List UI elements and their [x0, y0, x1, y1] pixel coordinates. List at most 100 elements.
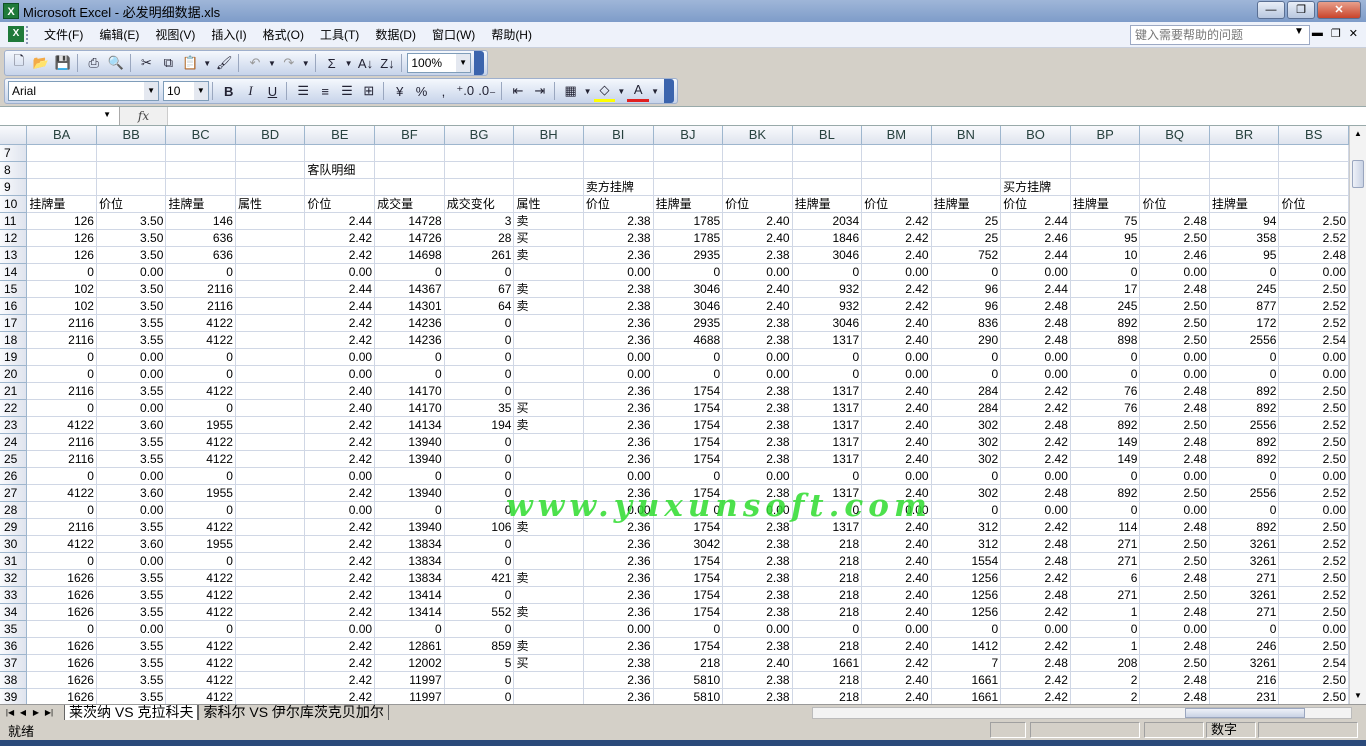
- cell[interactable]: 1626: [26, 688, 97, 704]
- cell[interactable]: 932: [792, 297, 863, 315]
- cell[interactable]: 4122: [165, 637, 236, 655]
- cell[interactable]: 2116: [26, 331, 97, 349]
- select-all-corner[interactable]: [0, 126, 28, 145]
- cell[interactable]: 2.36: [583, 314, 654, 332]
- cell[interactable]: 302: [931, 484, 1002, 502]
- cell[interactable]: 2.44: [304, 297, 376, 315]
- cell[interactable]: 0: [165, 348, 236, 366]
- cell[interactable]: 2.40: [304, 382, 376, 400]
- cell[interactable]: [1278, 144, 1349, 162]
- cell[interactable]: 2.42: [304, 535, 376, 553]
- increase-decimal-icon[interactable]: ⁺.0: [454, 80, 476, 102]
- cell[interactable]: [1070, 178, 1141, 196]
- cell[interactable]: 172: [1209, 314, 1280, 332]
- row-header[interactable]: 9: [0, 178, 28, 196]
- cell[interactable]: 卖: [513, 212, 584, 230]
- cell[interactable]: 284: [931, 399, 1002, 417]
- cell[interactable]: 64: [444, 297, 515, 315]
- cell[interactable]: 312: [931, 518, 1002, 536]
- cell[interactable]: 2.50: [1139, 552, 1210, 570]
- cell[interactable]: 0: [444, 484, 515, 502]
- cell[interactable]: 0: [374, 467, 445, 485]
- cell[interactable]: 0: [931, 348, 1002, 366]
- cell[interactable]: 3.55: [96, 569, 167, 587]
- cell[interactable]: 13940: [374, 450, 445, 468]
- cell[interactable]: 2.38: [722, 314, 793, 332]
- cell[interactable]: 2.36: [583, 416, 654, 434]
- cell[interactable]: 1626: [26, 671, 97, 689]
- cell[interactable]: 3.55: [96, 637, 167, 655]
- sheet-tab-2[interactable]: 索科尔 VS 伊尔库茨克贝加尔: [198, 704, 389, 721]
- cell[interactable]: [513, 178, 584, 196]
- vertical-scrollbar[interactable]: ▲ ▼: [1349, 126, 1366, 704]
- row-header[interactable]: 30: [0, 535, 28, 553]
- cell[interactable]: 1754: [653, 399, 724, 417]
- paste-dropdown-icon[interactable]: ▼: [201, 52, 213, 74]
- cell[interactable]: 2.50: [1278, 569, 1349, 587]
- cell[interactable]: 0: [792, 365, 863, 383]
- menu-data[interactable]: 数据(D): [367, 25, 424, 45]
- cell[interactable]: 218: [792, 552, 863, 570]
- cell[interactable]: 卖: [513, 569, 584, 587]
- cell[interactable]: 1626: [26, 637, 97, 655]
- increase-indent-icon[interactable]: ⇥: [529, 80, 551, 102]
- cell[interactable]: 1955: [165, 535, 236, 553]
- row-header[interactable]: 29: [0, 518, 28, 536]
- cell[interactable]: 5810: [653, 671, 724, 689]
- undo-dropdown-icon[interactable]: ▼: [266, 52, 278, 74]
- cell[interactable]: 302: [931, 450, 1002, 468]
- cell[interactable]: 3046: [792, 246, 863, 264]
- cell[interactable]: 14301: [374, 297, 445, 315]
- cell[interactable]: [165, 178, 236, 196]
- cell[interactable]: 2556: [1209, 484, 1280, 502]
- cell[interactable]: 2116: [26, 382, 97, 400]
- cell[interactable]: [235, 467, 306, 485]
- cell[interactable]: 2.48: [1000, 416, 1071, 434]
- cell[interactable]: 0.00: [304, 620, 376, 638]
- cell[interactable]: 0: [444, 331, 515, 349]
- bold-button[interactable]: B: [218, 80, 240, 102]
- cell[interactable]: 14134: [374, 416, 445, 434]
- cell[interactable]: 2.36: [583, 331, 654, 349]
- fill-color-icon[interactable]: ◇: [593, 80, 616, 102]
- cell[interactable]: [722, 144, 793, 162]
- cell[interactable]: 挂牌量: [26, 195, 97, 213]
- column-header[interactable]: BH: [513, 126, 584, 145]
- cell[interactable]: 2.42: [304, 586, 376, 604]
- cell[interactable]: 0.00: [1000, 348, 1071, 366]
- cell[interactable]: 892: [1209, 433, 1280, 451]
- row-header[interactable]: 38: [0, 671, 28, 689]
- cell[interactable]: [374, 144, 445, 162]
- cell[interactable]: 卖: [513, 246, 584, 264]
- cell[interactable]: 卖: [513, 416, 584, 434]
- cell[interactable]: [513, 671, 584, 689]
- cell[interactable]: 2.36: [583, 382, 654, 400]
- cell[interactable]: 0.00: [1278, 263, 1349, 281]
- redo-dropdown-icon[interactable]: ▼: [300, 52, 312, 74]
- cell[interactable]: 76: [1070, 382, 1141, 400]
- cell[interactable]: [1070, 161, 1141, 179]
- cell[interactable]: 13414: [374, 603, 445, 621]
- column-header[interactable]: BR: [1209, 126, 1280, 145]
- scroll-up-icon[interactable]: ▲: [1352, 128, 1364, 140]
- cell[interactable]: 146: [165, 212, 236, 230]
- cell[interactable]: 成交变化: [444, 195, 515, 213]
- cell[interactable]: 3.55: [96, 382, 167, 400]
- cell[interactable]: [26, 144, 97, 162]
- cell[interactable]: [304, 144, 376, 162]
- cell[interactable]: [235, 518, 306, 536]
- row-header[interactable]: 34: [0, 603, 28, 621]
- cell[interactable]: 2.42: [1000, 671, 1071, 689]
- menu-insert[interactable]: 插入(I): [203, 25, 254, 45]
- cell[interactable]: 2.44: [1000, 246, 1071, 264]
- row-header[interactable]: 25: [0, 450, 28, 468]
- cell[interactable]: 2.48: [1000, 314, 1071, 332]
- cell[interactable]: 14698: [374, 246, 445, 264]
- cell[interactable]: [931, 178, 1002, 196]
- row-header[interactable]: 27: [0, 484, 28, 502]
- cell[interactable]: 0.00: [304, 263, 376, 281]
- row-header[interactable]: 35: [0, 620, 28, 638]
- cell[interactable]: 3.55: [96, 671, 167, 689]
- cell[interactable]: [513, 620, 584, 638]
- cell[interactable]: 312: [931, 535, 1002, 553]
